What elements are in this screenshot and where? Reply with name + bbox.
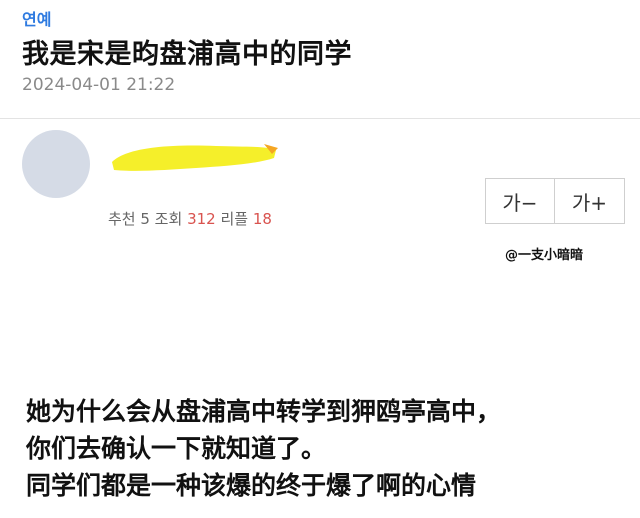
content-line: 你们去确认一下就知道了。 bbox=[26, 434, 327, 463]
avatar[interactable] bbox=[22, 130, 90, 198]
content-line: 她为什么会从盘浦高中转学到狎鸥亭高中， bbox=[26, 397, 502, 426]
divider bbox=[0, 118, 640, 119]
category-label[interactable]: 연예 bbox=[22, 6, 51, 30]
name-redaction-mark bbox=[112, 144, 278, 171]
post-stats: 추천 5 조회 312 리플 18 bbox=[108, 208, 272, 229]
view-count: 312 bbox=[187, 210, 216, 228]
post-date: 2024-04-01 21:22 bbox=[22, 75, 176, 95]
watermark: @一支小暗暗 bbox=[505, 248, 584, 263]
post-content: 她为什么会从盘浦高中转学到狎鸥亭高中， 你们去确认一下就知道了。 同学们都是一种… bbox=[26, 393, 626, 504]
font-increase-button[interactable]: 가+ bbox=[555, 178, 625, 224]
comment-count: 18 bbox=[252, 210, 272, 228]
stats-recommend-label: 추천 5 조회 bbox=[108, 210, 188, 228]
font-decrease-button[interactable]: 가− bbox=[485, 178, 555, 224]
content-line: 同学们都是一种该爆的终于爆了啊的心情 bbox=[26, 471, 477, 500]
comments-label: 리플 bbox=[215, 210, 253, 228]
post-title: 我是宋是昀盘浦高中的同学 bbox=[22, 39, 352, 70]
font-size-controls: 가− 가+ bbox=[485, 178, 625, 224]
